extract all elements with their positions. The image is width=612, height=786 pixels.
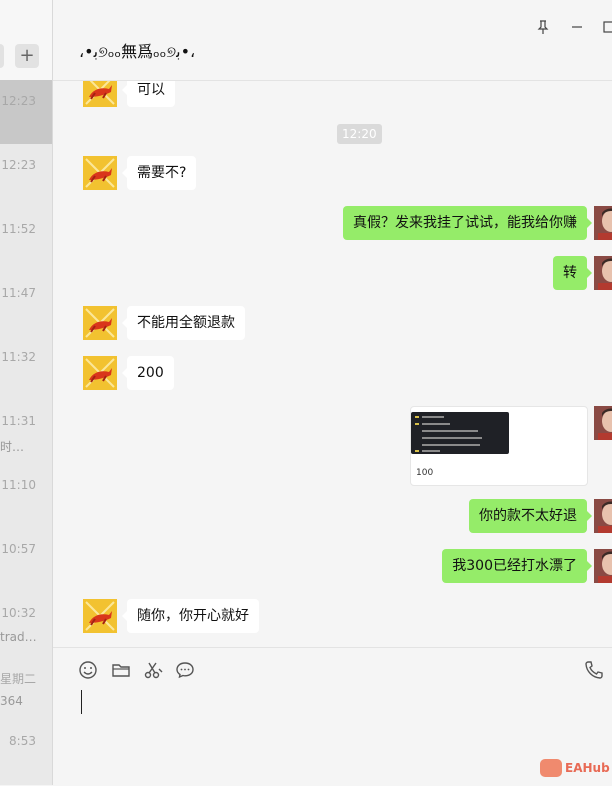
scissors-icon[interactable] — [143, 660, 163, 680]
chat-time: 10:32 — [1, 606, 36, 620]
contact-avatar[interactable] — [83, 356, 117, 390]
message-bubble-outgoing[interactable]: 我300已经打水漂了 — [442, 549, 592, 583]
chat-list-item[interactable]: 11:52 — [0, 208, 52, 272]
watermark-logo — [540, 759, 562, 777]
chat-time: 8:53 — [9, 734, 36, 748]
chat-time: 12:23 — [1, 94, 36, 108]
timestamp-divider: 12:20 — [337, 124, 382, 144]
file-preview-thumbnail — [411, 412, 509, 454]
chat-list-item[interactable]: 11:32 — [0, 336, 52, 400]
chat-time: 11:10 — [1, 478, 36, 492]
chat-list-item[interactable]: 星期二 364 — [0, 656, 52, 720]
contact-avatar[interactable] — [83, 81, 117, 107]
chat-list-item[interactable]: 10:32 trad… — [0, 592, 52, 656]
chat-list-sidebar: + 12:23 12:23 11:52 11:47 11:32 11:31 时…… — [0, 0, 53, 785]
chat-preview: 364 — [0, 694, 23, 708]
file-count-label: 100 — [416, 468, 434, 478]
message-list: 可以 12:20 需要不? 真假？发来我挂了试试，能我给你赚 转 不能用全额退款… — [53, 81, 612, 647]
self-avatar[interactable] — [594, 406, 612, 440]
message-bubble-incoming[interactable]: 需要不? — [121, 156, 197, 190]
chat-time: 11:47 — [1, 286, 36, 300]
sidebar-header: + — [0, 0, 52, 81]
self-avatar[interactable] — [594, 256, 612, 290]
self-avatar[interactable] — [594, 206, 612, 240]
file-message-card[interactable]: 100 — [410, 406, 588, 486]
chat-list-item[interactable]: 11:10 — [0, 464, 52, 528]
input-area: EAHub — [53, 647, 612, 786]
add-chat-button[interactable]: + — [15, 44, 39, 68]
chat-bubble-icon[interactable] — [175, 660, 195, 680]
contact-avatar[interactable] — [83, 156, 117, 190]
message-bubble-incoming[interactable]: 不能用全额退款 — [122, 306, 245, 340]
search-box[interactable] — [0, 44, 4, 68]
maximize-icon[interactable] — [603, 20, 612, 38]
message-bubble-incoming[interactable]: 200 — [122, 356, 174, 390]
chat-list-item[interactable]: 8:53 — [0, 720, 52, 784]
message-bubble-outgoing[interactable]: 你的款不太好退 — [469, 499, 592, 533]
chat-list-item[interactable]: 10:57 — [0, 528, 52, 592]
chat-preview: 时… — [0, 440, 25, 454]
self-avatar[interactable] — [594, 549, 612, 583]
folder-icon[interactable] — [111, 660, 131, 680]
chat-list-item[interactable]: 11:31 时… — [0, 400, 52, 464]
message-bubble-incoming[interactable]: 可以 — [122, 81, 175, 107]
chat-header: ،•ﺑ୭ₒₒ無爲ₒₒ୭ﺑ•، — [53, 0, 612, 81]
chat-time: 12:23 — [1, 158, 36, 172]
text-cursor[interactable] — [81, 690, 82, 714]
chat-time: 10:57 — [1, 542, 36, 556]
watermark-text: EAHub — [565, 761, 610, 775]
chat-panel: ،•ﺑ୭ₒₒ無爲ₒₒ୭ﺑ•، 可以 12:20 需要不? 真假？发来我挂了试试，… — [53, 0, 612, 786]
chat-time: 11:31 — [1, 414, 36, 428]
emoji-icon[interactable] — [78, 660, 98, 680]
message-bubble-incoming[interactable]: 随你，你开心就好 — [122, 599, 259, 633]
chat-time: 11:32 — [1, 350, 36, 364]
pin-icon[interactable] — [537, 20, 549, 38]
self-avatar[interactable] — [594, 499, 612, 533]
message-bubble-outgoing[interactable]: 转 — [553, 256, 592, 290]
chat-title: ،•ﺑ୭ₒₒ無爲ₒₒ୭ﺑ•، — [79, 42, 196, 61]
chat-list-item[interactable]: 11:47 — [0, 272, 52, 336]
contact-avatar[interactable] — [83, 306, 117, 340]
chat-list-item[interactable]: 12:23 — [0, 144, 52, 208]
minimize-icon[interactable] — [571, 20, 583, 38]
chat-time: 11:52 — [1, 222, 36, 236]
chat-time: 星期二 — [0, 672, 36, 686]
phone-icon[interactable] — [584, 660, 604, 680]
chat-preview: trad… — [0, 630, 37, 644]
chat-list-item[interactable]: 12:23 — [0, 80, 52, 144]
message-bubble-outgoing[interactable]: 真假？发来我挂了试试，能我给你赚 — [343, 206, 592, 240]
contact-avatar[interactable] — [83, 599, 117, 633]
